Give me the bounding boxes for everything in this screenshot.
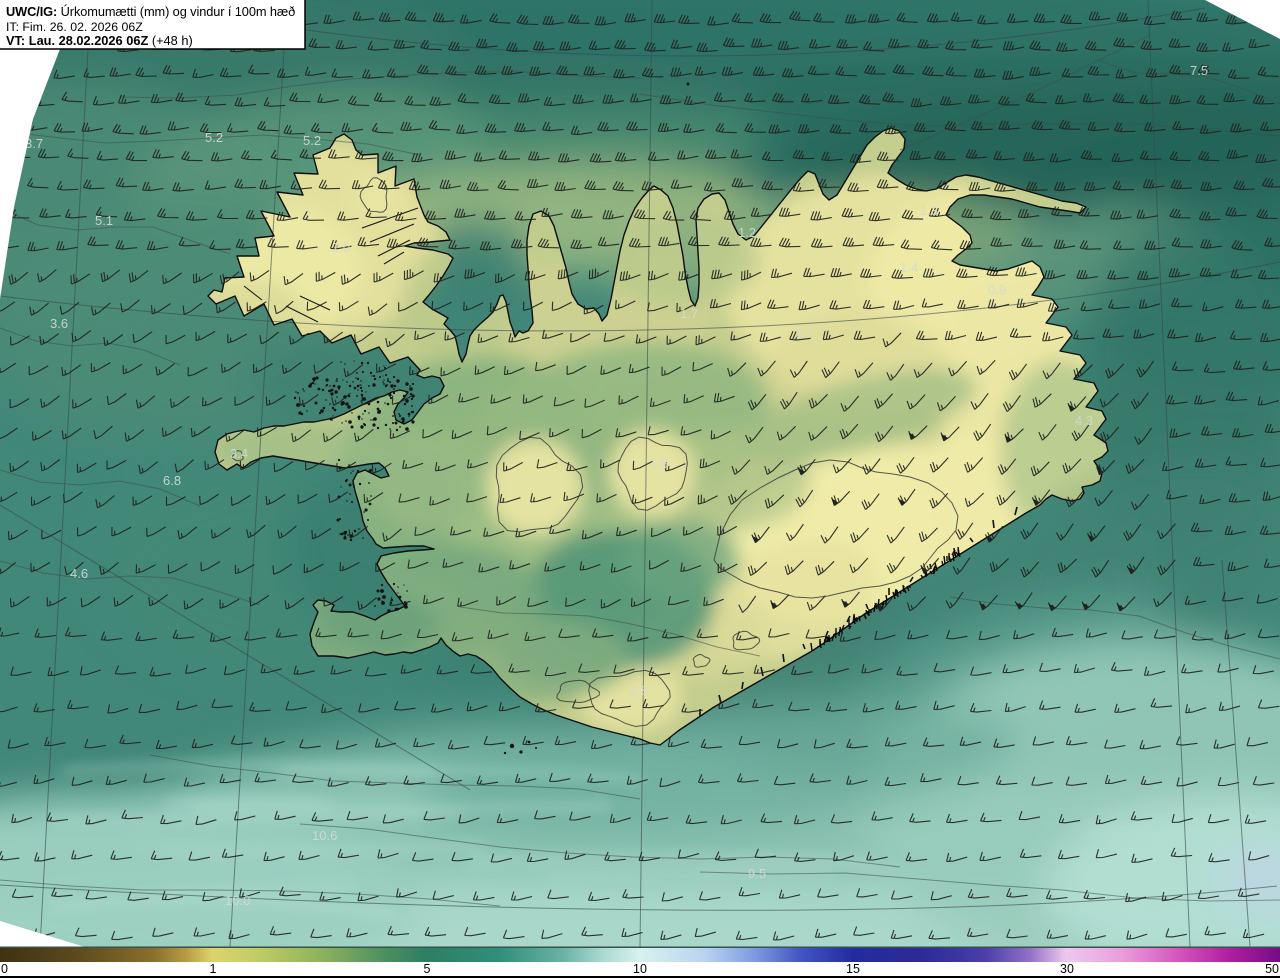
- svg-text:30: 30: [1060, 962, 1074, 976]
- svg-text:15: 15: [846, 962, 860, 976]
- svg-text:1.6: 1.6: [650, 456, 668, 471]
- svg-text:1: 1: [210, 962, 217, 976]
- svg-text:3.4: 3.4: [230, 446, 248, 461]
- svg-text:1.2: 1.2: [738, 225, 756, 240]
- svg-text:10: 10: [633, 962, 647, 976]
- svg-text:0.9: 0.9: [988, 282, 1006, 297]
- svg-text:UWC/IG: Úrkomumætti (mm) og vi: UWC/IG: Úrkomumætti (mm) og vindur í 100…: [6, 4, 295, 19]
- svg-text:4.3: 4.3: [1075, 413, 1093, 428]
- svg-text:2.8: 2.8: [630, 683, 648, 698]
- svg-text:6.8: 6.8: [163, 473, 181, 488]
- svg-text:5.2: 5.2: [303, 133, 321, 148]
- svg-text:9.5: 9.5: [748, 866, 766, 881]
- svg-text:4.6: 4.6: [70, 566, 88, 581]
- svg-text:50: 50: [1265, 962, 1279, 976]
- svg-text:IT: Fim. 26. 02. 2026 06Z: IT: Fim. 26. 02. 2026 06Z: [6, 20, 143, 34]
- svg-text:5.1: 5.1: [95, 213, 113, 228]
- svg-text:0: 0: [1, 962, 8, 976]
- svg-text:1.7: 1.7: [680, 306, 698, 321]
- svg-text:5: 5: [424, 962, 431, 976]
- svg-text:7.5: 7.5: [1190, 63, 1208, 78]
- svg-text:1.4: 1.4: [900, 260, 918, 275]
- svg-text:5.2: 5.2: [205, 130, 223, 145]
- svg-text:3.6: 3.6: [50, 316, 68, 331]
- svg-text:10.6: 10.6: [312, 828, 337, 843]
- svg-text:VT: Lau. 28.02.2026 06Z (+48 h: VT: Lau. 28.02.2026 06Z (+48 h): [6, 33, 193, 48]
- svg-text:2.0: 2.0: [332, 240, 350, 255]
- svg-text:3.7: 3.7: [795, 326, 813, 341]
- svg-text:1.3: 1.3: [920, 203, 938, 218]
- svg-text:10.0: 10.0: [225, 893, 250, 908]
